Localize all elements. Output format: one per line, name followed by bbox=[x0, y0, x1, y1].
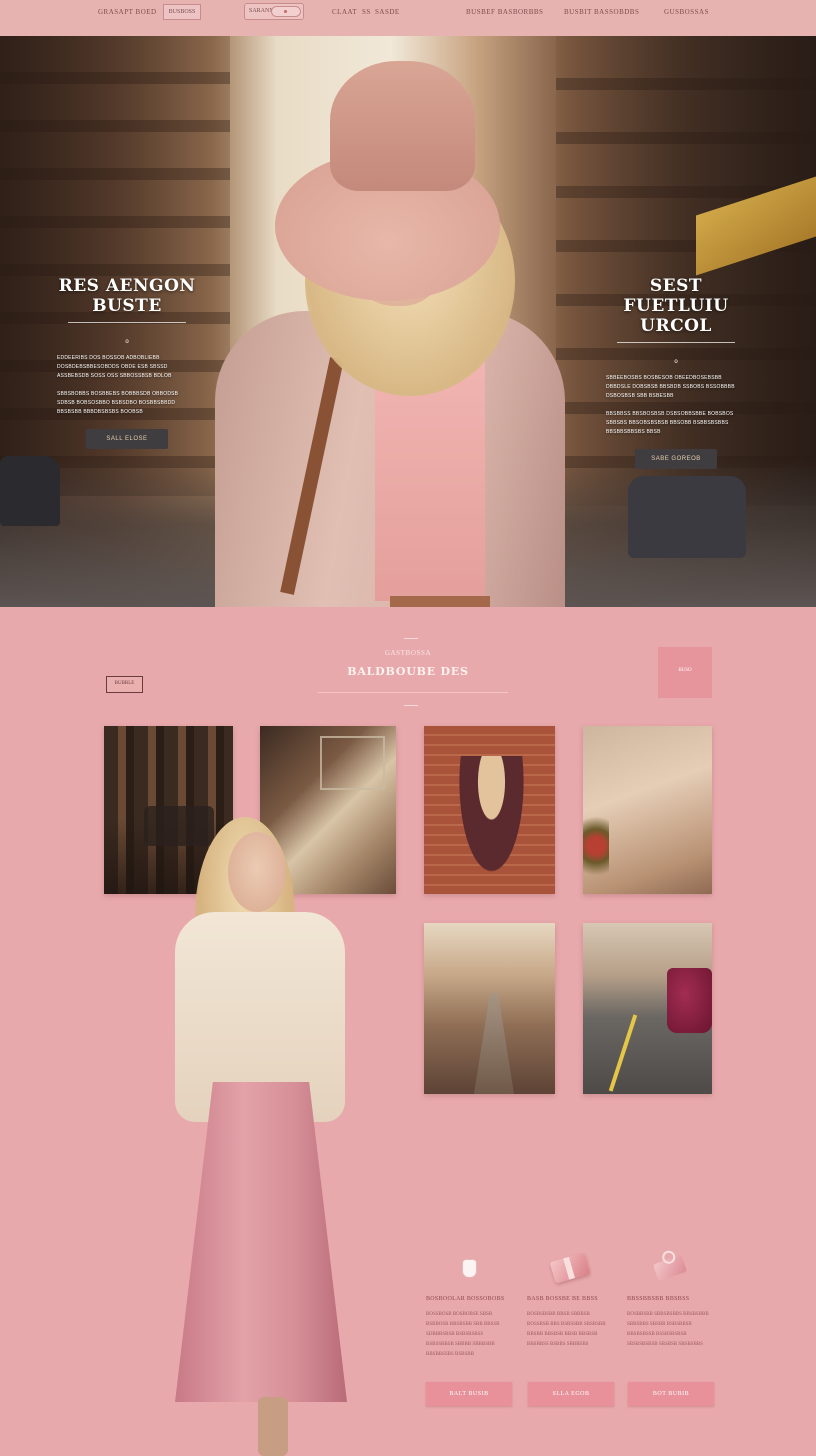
section-bottom-rule bbox=[404, 705, 418, 706]
hero-right-paragraph-1: SBBEEBOSBS BOSBESOB OBEEDBOSEBSBB DBBDSL… bbox=[606, 375, 735, 399]
hero-left-panel: RES AENGON BUSTE o EDDEERIBS DOS BOSSOB … bbox=[57, 276, 197, 449]
section-left-tag-button[interactable]: BUBBLE bbox=[106, 676, 143, 693]
nav-link-1[interactable]: CLAAT bbox=[332, 0, 357, 24]
feature-3-button[interactable]: BOT BUBIB bbox=[628, 1382, 714, 1406]
gallery-image-5-detail bbox=[474, 993, 514, 1094]
section-top-rule bbox=[404, 638, 418, 639]
gallery-image-6-bag bbox=[667, 968, 712, 1033]
feature-2-button[interactable]: SLLA EGOB bbox=[528, 1382, 614, 1406]
nav-box-button[interactable]: BUSBOSS bbox=[163, 4, 201, 20]
hero-left-paragraph-2: SBBSBOBBS BOSBBEBS BOBBBSDB OBBODSB SDBS… bbox=[57, 391, 179, 415]
gallery-image-3-detail bbox=[454, 756, 529, 886]
model-hat-crown bbox=[330, 61, 475, 191]
model2-face bbox=[228, 832, 286, 912]
menu-item-1[interactable]: BUSBEF BASBORBBS bbox=[466, 0, 543, 24]
feature-1-text: BOSSBOSB BOSBOBSE SBSB BSBBOSB BBSBSBB S… bbox=[426, 1312, 500, 1357]
hero-model-image bbox=[205, 56, 575, 607]
section-divider bbox=[318, 692, 508, 693]
hero-right-button[interactable]: SABE GOREOB bbox=[635, 449, 717, 469]
model2-skirt bbox=[175, 1082, 347, 1402]
menu-item-2[interactable]: BUSBIT BASSOBDBS bbox=[564, 0, 639, 24]
top-nav: GRASAPT BOED BUSBOSS SARANN CLAAT SS SAS… bbox=[0, 0, 816, 36]
hero-right-title-line1: SEST FUETLUIU bbox=[623, 276, 729, 316]
hero-left-paragraph-1: EDDEERIBS DOS BOSSOB ADBOBLIEBB DOSBDEBS… bbox=[57, 355, 172, 379]
feature-2-text: BOSBSBSBB BBSB SBBBSB BOSSBSB BBS BSBSSB… bbox=[527, 1312, 606, 1347]
menu-item-3[interactable]: GUSBOSSAS bbox=[664, 0, 709, 24]
hero-car-right bbox=[628, 476, 746, 558]
hero-right-title-line2: URCOL bbox=[640, 316, 712, 336]
gallery-image-6-road-line bbox=[608, 1014, 638, 1092]
cup-icon bbox=[426, 1250, 512, 1286]
gift-box-icon bbox=[527, 1250, 613, 1286]
hero-car-left bbox=[0, 456, 60, 526]
brand-link[interactable]: GRASAPT BOED bbox=[98, 0, 157, 24]
model-belt bbox=[390, 596, 490, 607]
gallery-image-4-detail bbox=[583, 806, 609, 886]
hero-left-divider bbox=[68, 322, 186, 323]
feature-2-title: BASB BOSSBE BE BBSS bbox=[527, 1296, 598, 1302]
feature-3-text: BOSBBSBB SBBSBSBBS BBSBSBBB SBBSBBS SBSB… bbox=[627, 1312, 709, 1347]
model2-foot bbox=[258, 1397, 288, 1456]
gift-icon bbox=[627, 1250, 713, 1286]
hero-right-marker: o bbox=[674, 359, 678, 365]
gallery-image-5[interactable] bbox=[424, 923, 555, 1094]
feature-3-title: BBSSBBSBB BBSBSS bbox=[627, 1296, 690, 1302]
hero-right-panel: SEST FUETLUIU URCOL o SBBEEBOSBS BOSBESO… bbox=[606, 276, 746, 469]
section-subtitle: GASTBOSSA bbox=[384, 649, 432, 657]
gallery-image-6[interactable] bbox=[583, 923, 712, 1094]
search-label: SARANN bbox=[249, 8, 274, 14]
gallery-image-2-detail bbox=[320, 736, 385, 790]
featured-model-image bbox=[150, 812, 360, 1456]
hero-banner: RES AENGON BUSTE o EDDEERIBS DOS BOSSOB … bbox=[0, 36, 816, 607]
section-right-tag-button[interactable]: BUSO bbox=[658, 647, 712, 698]
search-icon bbox=[284, 10, 287, 13]
hero-right-divider bbox=[617, 342, 735, 343]
hero-left-button[interactable]: SALL ELOSE bbox=[86, 429, 168, 449]
feature-1-title: BOSBOOLAR BOSSOBOBS bbox=[426, 1296, 505, 1302]
nav-link-3[interactable]: SASDE bbox=[375, 0, 400, 24]
hero-left-title-line1: RES AENGON bbox=[58, 276, 196, 296]
nav-link-2[interactable]: SS bbox=[362, 0, 371, 24]
section-title: BALDBOUBE DES bbox=[347, 665, 469, 678]
search-input[interactable]: SARANN bbox=[244, 3, 304, 20]
search-toggle[interactable] bbox=[271, 6, 301, 17]
gallery-image-3[interactable] bbox=[424, 726, 555, 894]
feature-1-button[interactable]: BALT BUSIB bbox=[426, 1382, 512, 1406]
hero-right-paragraph-2: BBSBBSS BBSBOSBSB DSBSOBBSBBE BOBSBOS SB… bbox=[606, 411, 734, 435]
gallery-image-4[interactable] bbox=[583, 726, 712, 894]
hero-left-marker: o bbox=[125, 339, 129, 345]
hero-left-title-line2: BUSTE bbox=[92, 296, 162, 316]
